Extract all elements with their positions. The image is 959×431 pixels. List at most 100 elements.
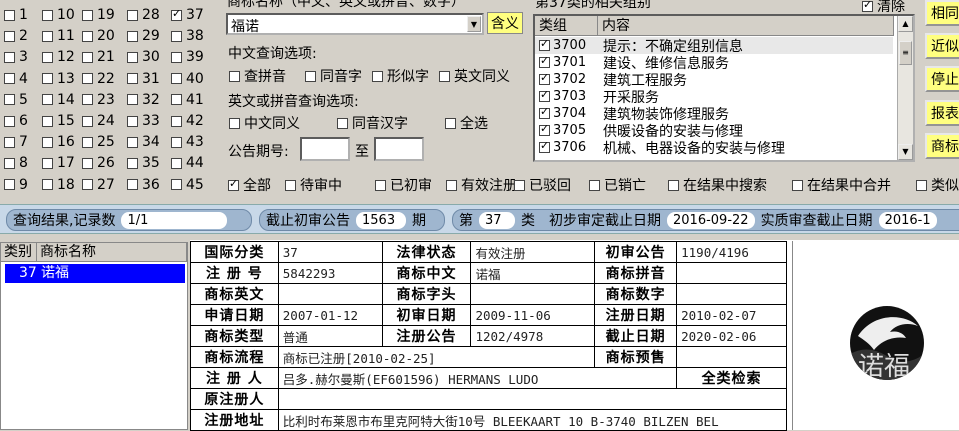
filter-option-0[interactable]: 全部 <box>228 175 271 195</box>
checkbox-box[interactable] <box>127 51 138 63</box>
result-row[interactable]: 37 诺福 <box>5 264 185 283</box>
checkbox-box[interactable] <box>82 115 93 127</box>
class-checkbox-32[interactable]: 32 <box>127 92 160 108</box>
class-checkbox-18[interactable]: 18 <box>42 177 75 193</box>
cn-option-3[interactable]: 英文同义 <box>439 66 510 86</box>
clear-checkbox-box[interactable] <box>862 0 873 12</box>
scroll-down-icon[interactable]: ▼ <box>898 144 913 160</box>
checkbox-box[interactable] <box>42 136 53 148</box>
class-checkbox-5[interactable]: 5 <box>4 92 28 108</box>
class-checkbox-9[interactable]: 9 <box>4 177 28 193</box>
checkbox-box[interactable] <box>305 70 316 82</box>
class-checkbox-23[interactable]: 23 <box>82 92 115 108</box>
checkbox-box[interactable] <box>82 30 93 42</box>
class-checkbox-29[interactable]: 29 <box>127 28 160 44</box>
trademark-button[interactable]: 商标 <box>925 133 959 159</box>
cn-option-1[interactable]: 同音字 <box>305 66 362 86</box>
class-checkbox-12[interactable]: 12 <box>42 49 75 65</box>
combobox-arrow-icon[interactable]: ▼ <box>467 16 481 32</box>
class-checkbox-34[interactable]: 34 <box>127 134 160 150</box>
class-checkbox-39[interactable]: 39 <box>171 49 204 65</box>
checkbox-box[interactable] <box>4 115 15 127</box>
group-row[interactable]: 3703开采服务 <box>535 88 893 106</box>
class-checkbox-45[interactable]: 45 <box>171 177 204 193</box>
checkbox-box[interactable] <box>668 179 679 191</box>
checkbox-box[interactable] <box>42 157 53 169</box>
class-checkbox-24[interactable]: 24 <box>82 113 115 129</box>
checkbox-box[interactable] <box>4 9 15 21</box>
col-header-content[interactable]: 内容 <box>598 16 894 36</box>
checkbox-box[interactable] <box>42 30 53 42</box>
checkbox-box[interactable] <box>127 115 138 127</box>
results-col-name[interactable]: 商标名称 <box>37 243 187 262</box>
checkbox-box[interactable] <box>82 136 93 148</box>
class-checkbox-37[interactable]: 37 <box>171 7 204 23</box>
checkbox-box[interactable] <box>42 115 53 127</box>
checkbox-box[interactable] <box>127 157 138 169</box>
group-checkbox[interactable] <box>539 88 550 102</box>
checkbox-box[interactable] <box>42 94 53 106</box>
checkbox-box[interactable] <box>4 136 15 148</box>
checkbox-box[interactable] <box>82 73 93 85</box>
checkbox-box[interactable] <box>127 94 138 106</box>
checkbox-box[interactable] <box>4 30 15 42</box>
col-header-group[interactable]: 类组 <box>535 16 598 36</box>
report-button[interactable]: 报表 <box>925 100 959 126</box>
checkbox-box[interactable] <box>171 157 182 169</box>
group-checkbox[interactable] <box>539 71 550 85</box>
filter-option-8[interactable]: 类似 <box>916 175 959 195</box>
class-checkbox-17[interactable]: 17 <box>42 155 75 171</box>
filter-option-6[interactable]: 在结果中搜索 <box>668 175 767 195</box>
filter-option-2[interactable]: 已初审 <box>375 175 432 195</box>
scroll-thumb[interactable]: ≡ <box>899 41 912 65</box>
include-meaning-button[interactable]: 含义 <box>487 12 523 34</box>
checkbox-box[interactable] <box>127 179 138 191</box>
class-checkbox-4[interactable]: 4 <box>4 71 28 87</box>
class-checkbox-30[interactable]: 30 <box>127 49 160 65</box>
list-scrollbar[interactable]: ▲ ≡ ▼ <box>897 16 913 160</box>
checkbox-box[interactable] <box>171 136 182 148</box>
gazette-to-input[interactable] <box>374 137 424 161</box>
checkbox-box[interactable] <box>372 70 383 82</box>
checkbox-box[interactable] <box>4 73 15 85</box>
group-checkbox[interactable] <box>539 54 550 68</box>
class-checkbox-31[interactable]: 31 <box>127 71 160 87</box>
checkbox-box[interactable] <box>82 94 93 106</box>
class-checkbox-41[interactable]: 41 <box>171 92 204 108</box>
checkbox-box[interactable] <box>127 30 138 42</box>
class-checkbox-27[interactable]: 27 <box>82 177 115 193</box>
class-checkbox-15[interactable]: 15 <box>42 113 75 129</box>
checkbox-box[interactable] <box>439 70 450 82</box>
en-option-0[interactable]: 中文同义 <box>229 113 300 133</box>
gazette-from-input[interactable] <box>300 137 350 161</box>
stop-button[interactable]: 停止 <box>925 66 959 92</box>
checkbox-box[interactable] <box>42 73 53 85</box>
class-checkbox-38[interactable]: 38 <box>171 28 204 44</box>
checkbox-box[interactable] <box>375 179 386 191</box>
filter-option-5[interactable]: 已销亡 <box>589 175 646 195</box>
class-checkbox-13[interactable]: 13 <box>42 71 75 87</box>
class-checkbox-25[interactable]: 25 <box>82 134 115 150</box>
checkbox-box[interactable] <box>916 179 927 191</box>
en-option-1[interactable]: 同音汉字 <box>337 113 408 133</box>
checkbox-box[interactable] <box>82 51 93 63</box>
checkbox-box[interactable] <box>4 94 15 106</box>
class-checkbox-6[interactable]: 6 <box>4 113 28 129</box>
group-checkbox[interactable] <box>539 37 550 51</box>
en-option-2[interactable]: 全选 <box>445 113 488 133</box>
checkbox-box[interactable] <box>171 73 182 85</box>
checkbox-box[interactable] <box>4 157 15 169</box>
filter-option-4[interactable]: 已驳回 <box>514 175 571 195</box>
class-checkbox-14[interactable]: 14 <box>42 92 75 108</box>
cn-option-0[interactable]: 查拼音 <box>229 66 286 86</box>
checkbox-box[interactable] <box>127 73 138 85</box>
checkbox-box[interactable] <box>82 9 93 21</box>
scroll-up-icon[interactable]: ▲ <box>898 16 913 32</box>
class-checkbox-43[interactable]: 43 <box>171 134 204 150</box>
group-row[interactable]: 3704建筑物装饰修理服务 <box>535 105 893 123</box>
checkbox-box[interactable] <box>589 179 600 191</box>
checkbox-box[interactable] <box>445 117 456 129</box>
group-row[interactable]: 3706 机械、电器设备的安装与修理 <box>535 139 893 157</box>
checkbox-box[interactable] <box>285 179 296 191</box>
checkbox-box[interactable] <box>228 177 239 191</box>
